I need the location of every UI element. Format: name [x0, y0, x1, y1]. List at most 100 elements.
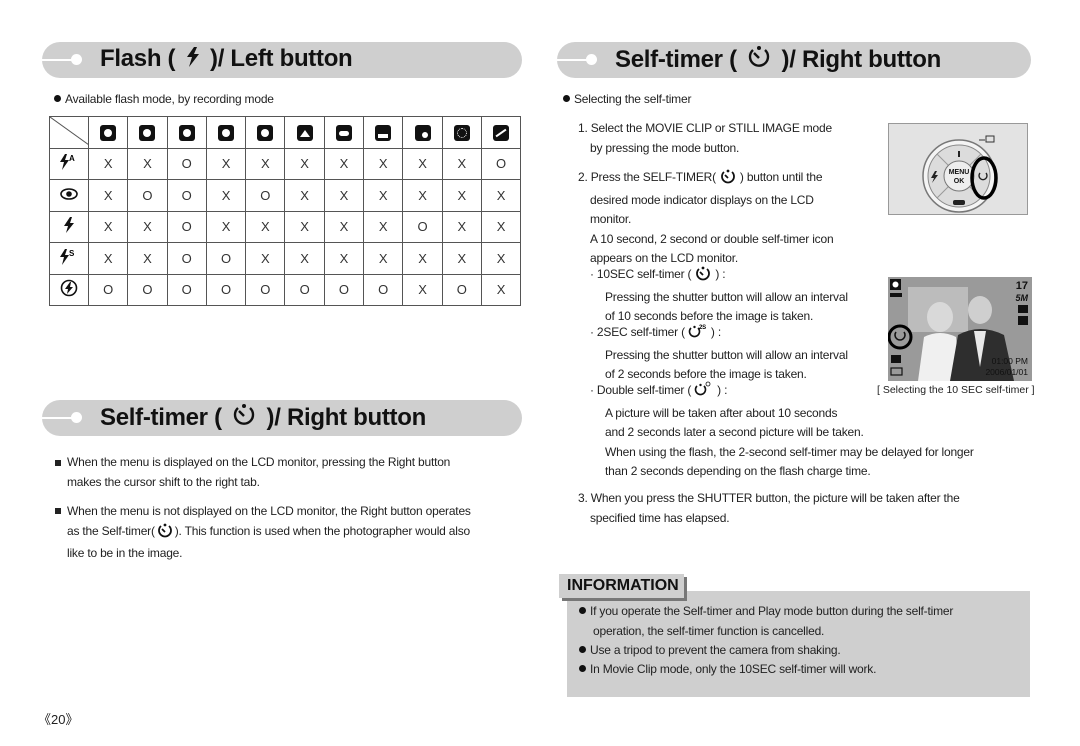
auto-flash-icon: A [49, 147, 89, 180]
menu-label: MENU [949, 169, 970, 176]
table-cell: O [284, 273, 325, 306]
table-cell: X [127, 242, 168, 275]
table-header-row [49, 116, 522, 149]
table-cell: O [87, 273, 129, 306]
self-timer-icon [720, 169, 736, 191]
table-cell: X [402, 147, 443, 180]
timer-2sec: · 2SEC self-timer (2S) : Pressing the sh… [590, 325, 848, 381]
flash-intro: Available flash mode, by recording mode [54, 90, 274, 110]
lcd-date: 2006/01/01 [985, 367, 1028, 377]
table-cell: O [166, 242, 207, 275]
table-cell: X [127, 210, 168, 243]
right-button-note-2: When the menu is not displayed on the LC… [67, 504, 471, 560]
timer-double: · Double self-timer () : A picture will … [590, 381, 974, 478]
svg-text:A: A [69, 154, 75, 163]
col-fireworks [441, 116, 482, 149]
auto-mode-icon [139, 124, 156, 141]
col-beach-snow [480, 116, 522, 149]
beach-snow-icon [493, 124, 510, 141]
flash-section-header: Flash ( )/ Left button [42, 42, 522, 78]
info-item: Use a tripod to prevent the camera from … [579, 641, 841, 661]
col-text [323, 116, 365, 149]
info-item: If you operate the Self-timer and Play m… [579, 602, 953, 641]
table-cell: O [166, 273, 207, 306]
bullet-icon [579, 607, 586, 614]
table-cell: X [87, 147, 129, 180]
table-cell: O [363, 273, 404, 306]
camera-buttons-figure: MENU OK [888, 123, 1028, 215]
table-row: OOOOOOOOXOX [49, 273, 522, 306]
table-cell: X [480, 273, 522, 306]
table-cell: X [127, 147, 168, 180]
self-timer-10sec-icon [695, 266, 711, 288]
col-program [166, 116, 207, 149]
bullet-icon [579, 665, 586, 672]
svg-text:2S: 2S [699, 325, 706, 331]
self-timer-icon [157, 523, 173, 545]
table-cell: X [205, 179, 247, 212]
table-cell: X [284, 242, 325, 275]
table-cell: X [284, 210, 325, 243]
table-cell: X [480, 210, 522, 243]
table-cell: X [363, 179, 404, 212]
step-2: 2. Press the SELF-TIMER() button until t… [578, 169, 834, 265]
header-line-decoration [42, 59, 72, 61]
table-cell: X [441, 179, 482, 212]
red-eye-icon [49, 179, 89, 212]
self-timer-section-title: Self-timer ( )/ Right button [100, 403, 426, 434]
self-timer-double-icon [694, 381, 714, 404]
portrait-icon [257, 124, 274, 141]
table-cell: X [245, 210, 286, 243]
camera-dpad-illustration: MENU OK [922, 135, 998, 213]
table-cell: X [87, 210, 129, 243]
table-cell: X [205, 147, 247, 180]
night-scene-icon [218, 124, 235, 141]
movie-clip-icon [100, 124, 117, 141]
table-cell: O [166, 147, 207, 180]
step-1: 1. Select the MOVIE CLIP or STILL IMAGE … [578, 121, 832, 155]
table-cell: O [205, 242, 247, 275]
table-cell: O [402, 210, 443, 243]
table-cell: X [363, 210, 404, 243]
page-number: 《20》 [38, 712, 79, 727]
table-cell: X [441, 242, 482, 275]
table-cell: X [480, 242, 522, 275]
header-line-decoration [557, 59, 587, 61]
self-timer-intro: Selecting the self-timer [563, 90, 691, 110]
header-dot-decoration [71, 54, 82, 65]
col-backlight [402, 116, 443, 149]
col-sunset [363, 116, 404, 149]
table-cell: X [441, 147, 482, 180]
header-dot-decoration [71, 412, 82, 423]
self-timer-icon [231, 403, 257, 434]
program-mode-icon [178, 124, 195, 141]
self-timer-icon [746, 45, 772, 76]
table-cell: X [245, 242, 286, 275]
step-3: 3. When you press the SHUTTER button, th… [578, 491, 960, 525]
table-cell: X [87, 179, 129, 212]
right-button-note-1: When the menu is displayed on the LCD mo… [67, 455, 451, 489]
table-cell: X [323, 210, 365, 243]
table-cell: O [205, 273, 247, 306]
fill-flash-icon [49, 210, 89, 243]
col-movie-clip [87, 116, 129, 149]
slow-sync-icon: S [49, 242, 89, 275]
fireworks-icon [453, 124, 470, 141]
table-corner-cell [49, 116, 89, 149]
lcd-time: 01:00 PM [992, 356, 1028, 366]
information-box: If you operate the Self-timer and Play m… [567, 591, 1030, 697]
table-cell: X [363, 242, 404, 275]
bullet-icon [563, 95, 570, 102]
col-night [205, 116, 247, 149]
table-cell: O [127, 273, 168, 306]
table-cell: X [363, 147, 404, 180]
sunset-icon [375, 124, 392, 141]
lcd-shot-count: 17 [1016, 280, 1028, 292]
lcd-preview-image: 17 5M 01:00 PM 2006/01/01 [888, 277, 1032, 381]
col-portrait [245, 116, 286, 149]
lcd-caption: [ Selecting the 10 SEC self-timer ] [877, 384, 1035, 396]
table-cell: X [284, 179, 325, 212]
table-cell: X [245, 147, 286, 180]
table-cell: X [441, 210, 482, 243]
flash-mode-table: A XXOXXXXXXXO XOOXOXXXXXX XXOXXXXXOXX S … [49, 116, 522, 306]
